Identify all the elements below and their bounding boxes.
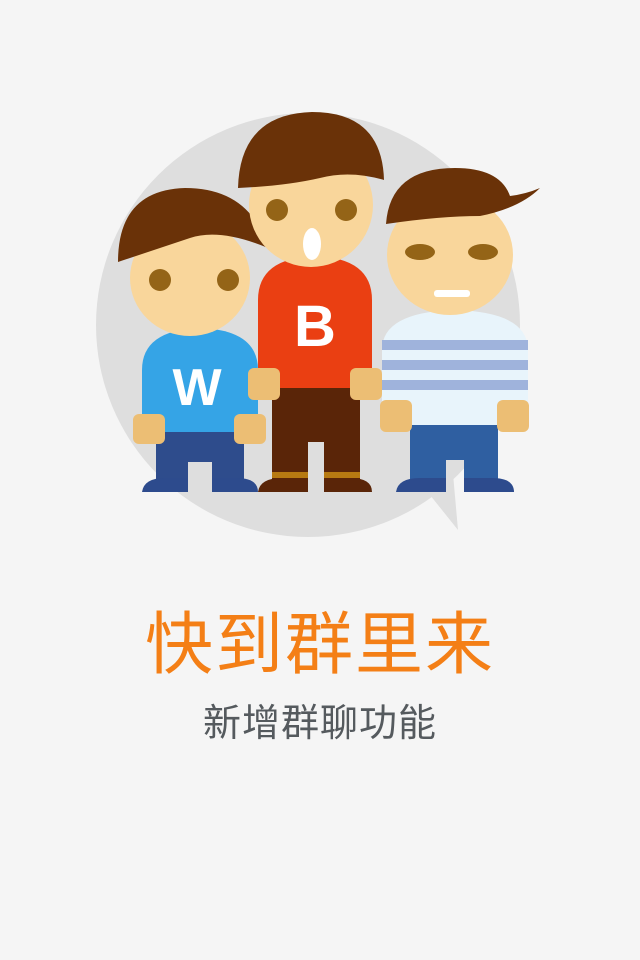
group-chat-illustration: W B xyxy=(96,112,540,537)
splash-subtitle: 新增群聊功能 xyxy=(202,701,437,745)
character-b-shirt-letter: B xyxy=(294,294,336,359)
splash-title: 快到群里来 xyxy=(144,606,495,685)
character-w-shirt-letter: W xyxy=(172,359,222,417)
